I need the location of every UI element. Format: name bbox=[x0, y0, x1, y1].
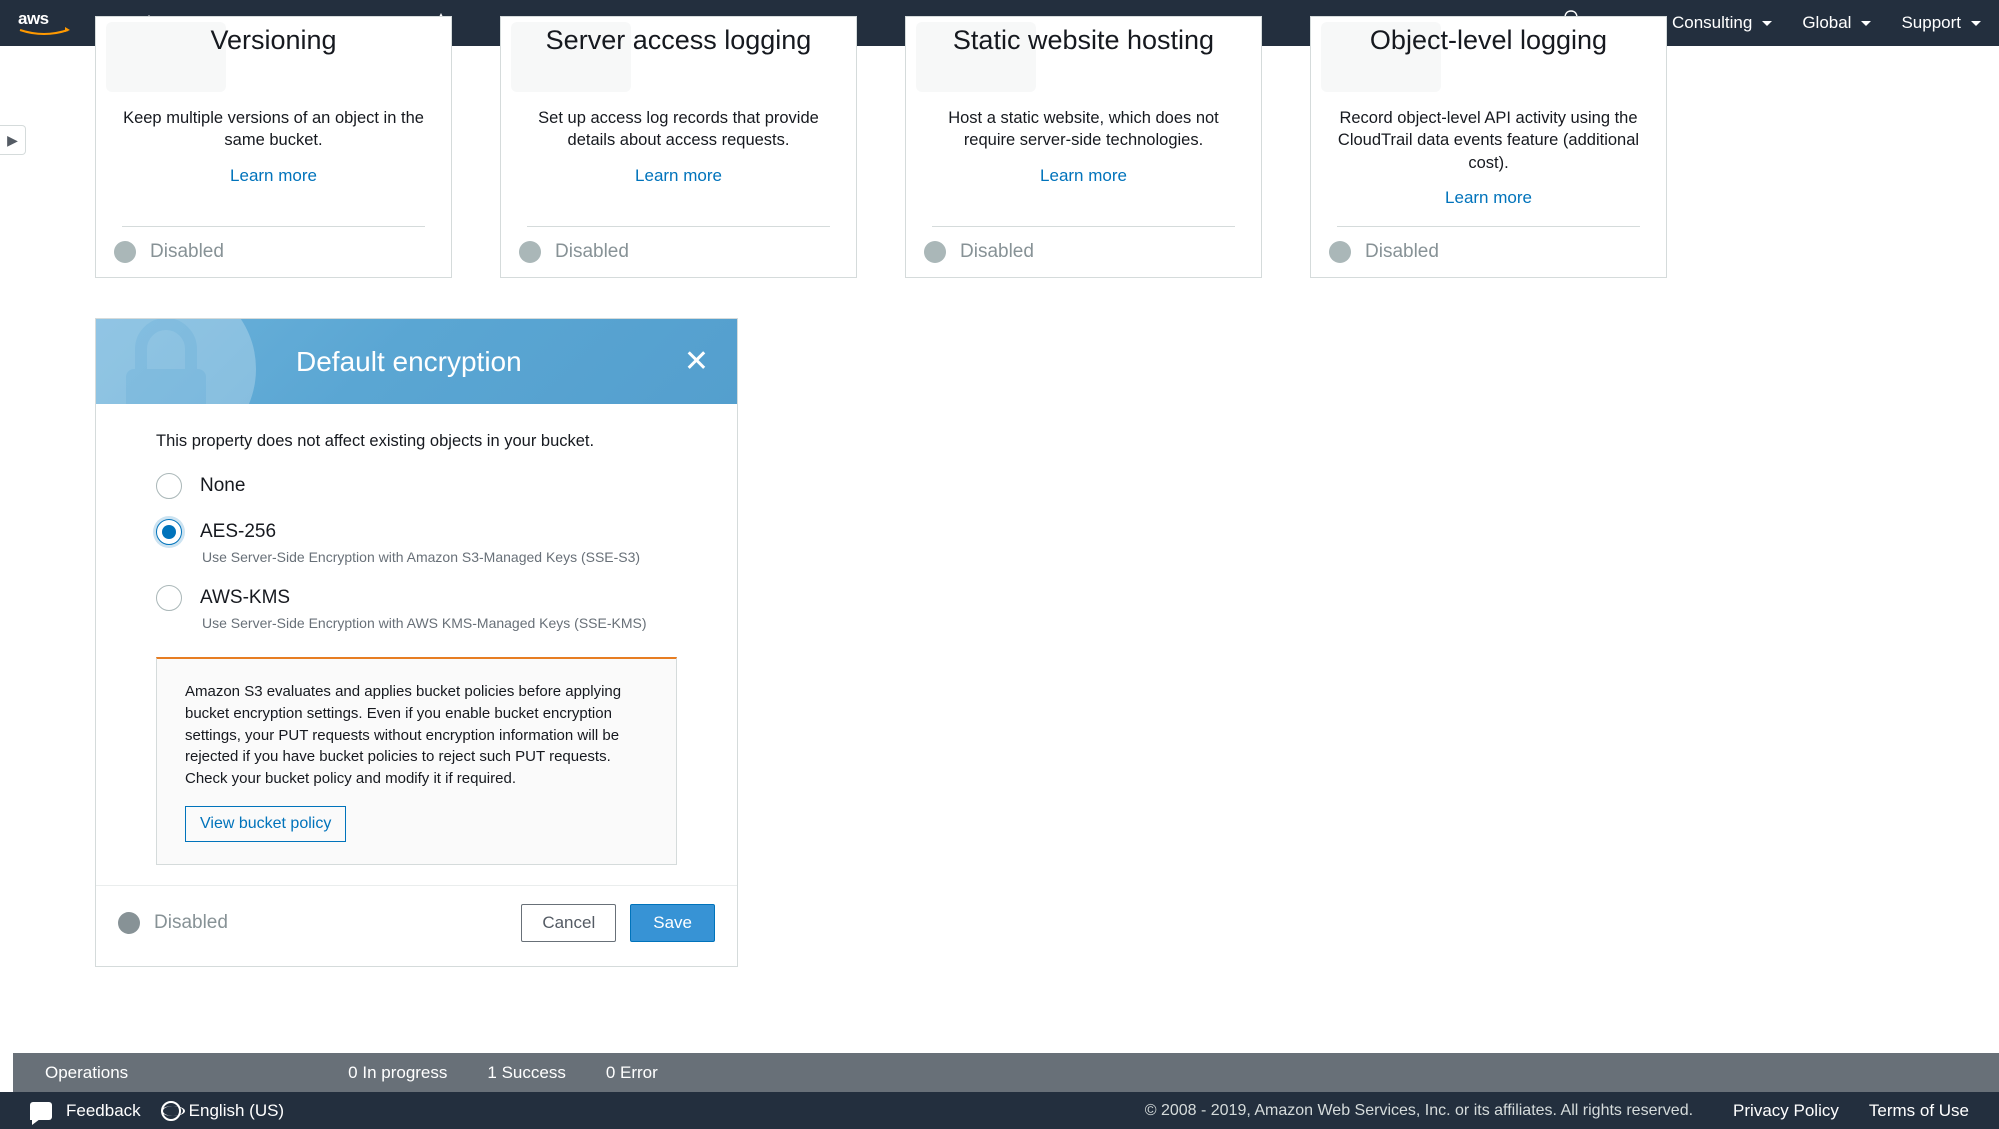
panel-header: Default encryption ✕ bbox=[96, 319, 737, 404]
operations-label: Operations bbox=[45, 1063, 128, 1083]
card-title: Object-level logging bbox=[1311, 25, 1666, 56]
status-dot-icon bbox=[519, 241, 541, 263]
card-versioning[interactable]: Versioning Keep multiple versions of an … bbox=[95, 16, 452, 278]
save-button[interactable]: Save bbox=[630, 904, 715, 942]
info-box: Amazon S3 evaluates and applies bucket p… bbox=[156, 657, 677, 865]
footer: Feedback English (US) © 2008 - 2019, Ama… bbox=[0, 1092, 1999, 1129]
encryption-radio-group: None AES-256 Use Server-Side Encryption … bbox=[156, 473, 687, 631]
radio-label: AWS-KMS bbox=[200, 587, 290, 609]
card-description: Host a static website, which does not re… bbox=[906, 107, 1261, 152]
radio-sublabel: Use Server-Side Encryption with Amazon S… bbox=[202, 549, 687, 565]
privacy-policy-link[interactable]: Privacy Policy bbox=[1733, 1101, 1839, 1121]
terms-of-use-link[interactable]: Terms of Use bbox=[1869, 1101, 1969, 1121]
ops-in-progress: 0 In progress bbox=[348, 1063, 447, 1083]
panel-title: Default encryption bbox=[296, 346, 522, 378]
chat-icon bbox=[30, 1102, 52, 1120]
radio-icon[interactable] bbox=[156, 585, 182, 611]
close-icon[interactable]: ✕ bbox=[684, 347, 709, 377]
card-server-access-logging[interactable]: Server access logging Set up access log … bbox=[500, 16, 857, 278]
copyright-text: © 2008 - 2019, Amazon Web Services, Inc.… bbox=[1145, 1102, 1693, 1120]
panel-actions: Disabled Cancel Save bbox=[96, 885, 737, 966]
radio-option-aes256[interactable]: AES-256 Use Server-Side Encryption with … bbox=[156, 519, 687, 565]
learn-more-link[interactable]: Learn more bbox=[1445, 188, 1532, 207]
cancel-button[interactable]: Cancel bbox=[521, 904, 616, 942]
radio-label: AES-256 bbox=[200, 521, 276, 543]
status-label: Disabled bbox=[154, 912, 228, 934]
card-title: Server access logging bbox=[501, 25, 856, 56]
lock-bg-icon bbox=[96, 319, 276, 404]
feedback-label: Feedback bbox=[66, 1101, 141, 1121]
ops-success: 1 Success bbox=[487, 1063, 565, 1083]
status-dot-icon bbox=[114, 241, 136, 263]
panel-note: This property does not affect existing o… bbox=[156, 432, 687, 451]
radio-label: None bbox=[200, 475, 245, 497]
globe-icon bbox=[161, 1101, 181, 1121]
status-label: Disabled bbox=[960, 241, 1034, 263]
card-title: Static website hosting bbox=[906, 25, 1261, 56]
radio-sublabel: Use Server-Side Encryption with AWS KMS-… bbox=[202, 615, 687, 631]
status-label: Disabled bbox=[1365, 241, 1439, 263]
card-object-level-logging[interactable]: Object-level logging Record object-level… bbox=[1310, 16, 1667, 278]
status-dot-icon bbox=[924, 241, 946, 263]
language-selector[interactable]: English (US) bbox=[189, 1101, 284, 1121]
properties-cards-row: Versioning Keep multiple versions of an … bbox=[13, 16, 1999, 278]
status-label: Disabled bbox=[555, 241, 629, 263]
learn-more-link[interactable]: Learn more bbox=[1040, 166, 1127, 185]
card-description: Record object-level API activity using t… bbox=[1311, 107, 1666, 174]
default-encryption-panel: Default encryption ✕ This property does … bbox=[95, 318, 738, 967]
divider bbox=[932, 226, 1235, 227]
view-bucket-policy-link[interactable]: View bucket policy bbox=[185, 806, 346, 842]
status-dot-icon bbox=[118, 912, 140, 934]
card-title: Versioning bbox=[96, 25, 451, 56]
divider bbox=[122, 226, 425, 227]
radio-option-none[interactable]: None bbox=[156, 473, 687, 499]
expand-sidebar-toggle[interactable]: ▶ bbox=[0, 125, 26, 155]
divider bbox=[1337, 226, 1640, 227]
card-description: Keep multiple versions of an object in t… bbox=[96, 107, 451, 152]
divider bbox=[527, 226, 830, 227]
status-dot-icon bbox=[1329, 241, 1351, 263]
ops-error: 0 Error bbox=[606, 1063, 658, 1083]
status-label: Disabled bbox=[150, 241, 224, 263]
learn-more-link[interactable]: Learn more bbox=[635, 166, 722, 185]
radio-option-aws-kms[interactable]: AWS-KMS Use Server-Side Encryption with … bbox=[156, 585, 687, 631]
main-content: Versioning Keep multiple versions of an … bbox=[13, 46, 1999, 1129]
feedback-button[interactable]: Feedback bbox=[30, 1101, 141, 1121]
card-description: Set up access log records that provide d… bbox=[501, 107, 856, 152]
card-static-website-hosting[interactable]: Static website hosting Host a static web… bbox=[905, 16, 1262, 278]
info-text: Amazon S3 evaluates and applies bucket p… bbox=[185, 681, 648, 790]
radio-icon[interactable] bbox=[156, 473, 182, 499]
operations-bar[interactable]: Operations 0 In progress 1 Success 0 Err… bbox=[13, 1053, 1999, 1092]
radio-icon[interactable] bbox=[156, 519, 182, 545]
learn-more-link[interactable]: Learn more bbox=[230, 166, 317, 185]
